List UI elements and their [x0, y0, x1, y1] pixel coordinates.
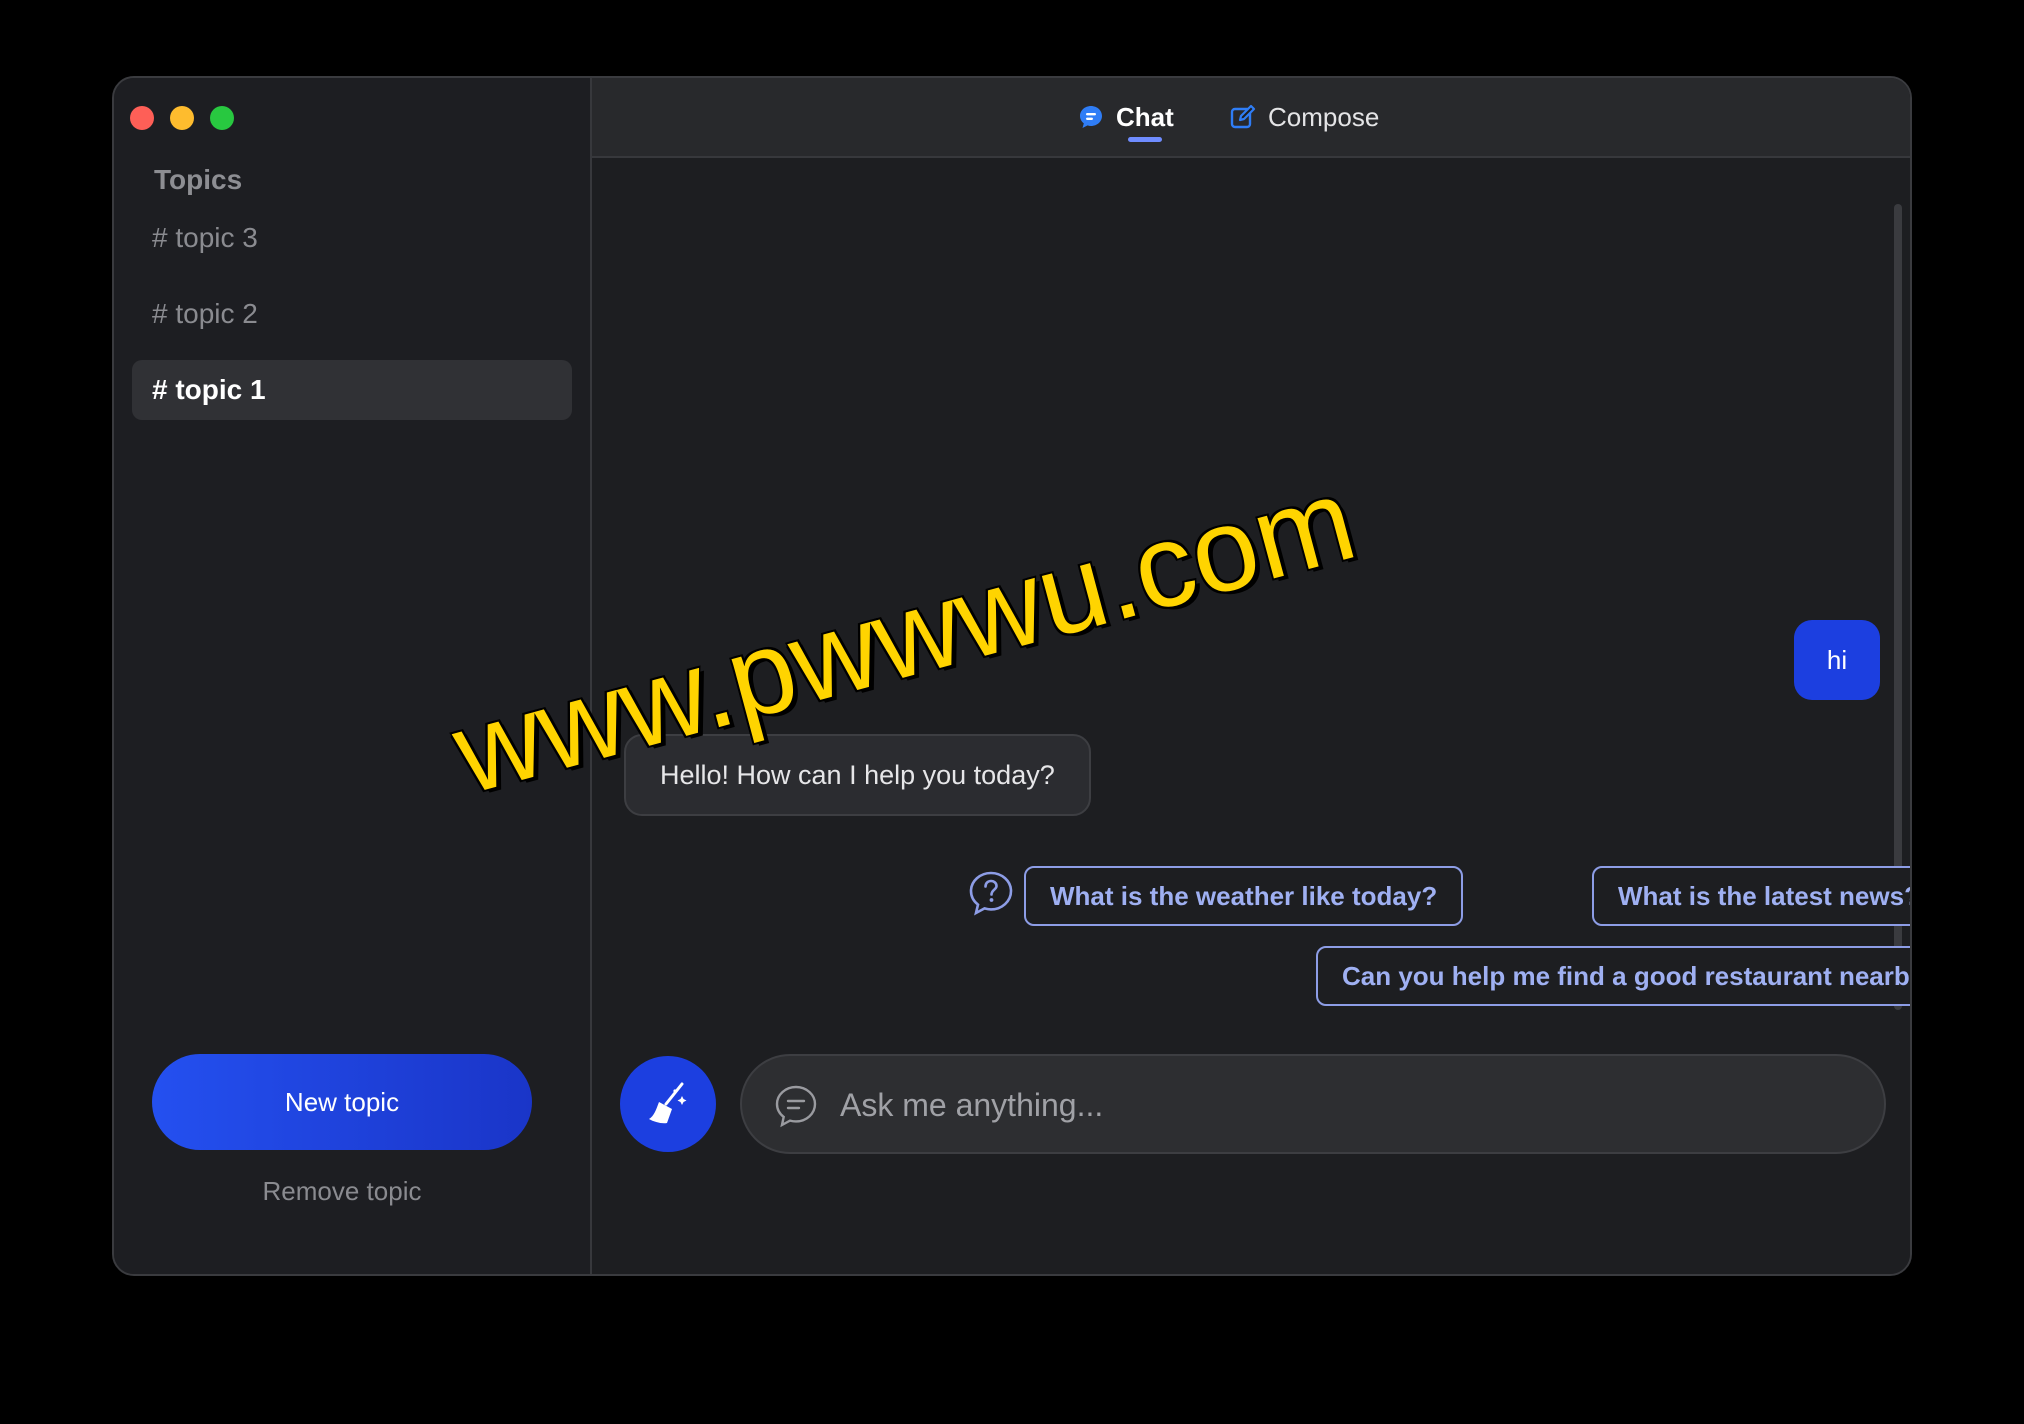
question-icon	[969, 871, 1013, 916]
topic-item-2[interactable]: # topic 2	[132, 284, 572, 344]
chat-icon	[775, 1085, 817, 1128]
active-tab-indicator	[1128, 137, 1162, 142]
close-window-button[interactable]	[130, 106, 154, 130]
suggestion-news[interactable]: What is the latest news?	[1592, 866, 1910, 926]
minimize-window-button[interactable]	[170, 106, 194, 130]
user-message: hi	[1794, 620, 1880, 700]
maximize-window-button[interactable]	[210, 106, 234, 130]
topic-item-1[interactable]: # topic 1	[132, 360, 572, 420]
clear-chat-button[interactable]	[620, 1056, 716, 1152]
tab-compose-label: Compose	[1268, 101, 1380, 132]
tab-chat-label: Chat	[1116, 101, 1174, 132]
topic-item-3[interactable]: # topic 3	[132, 208, 572, 268]
message-input[interactable]	[838, 1056, 1742, 1154]
sidebar: Topics # topic 3 # topic 2 # topic 1 New…	[114, 78, 592, 1274]
new-topic-button[interactable]: New topic	[152, 1054, 532, 1150]
topic-list: # topic 3 # topic 2 # topic 1	[132, 208, 572, 436]
window-controls	[130, 106, 234, 130]
tab-compose[interactable]: Compose	[1230, 78, 1379, 156]
tab-chat[interactable]: Chat	[1078, 78, 1174, 156]
message-input-container[interactable]	[740, 1054, 1886, 1154]
topics-heading: Topics	[154, 164, 243, 195]
chat-panel: Chat Compose hi Hello! How can I help yo…	[592, 78, 1910, 1274]
chat-bubble-icon	[1080, 106, 1102, 128]
assistant-message: Hello! How can I help you today?	[624, 734, 1091, 816]
remove-topic-link[interactable]: Remove topic	[152, 1176, 532, 1207]
suggestion-weather[interactable]: What is the weather like today?	[1024, 866, 1464, 926]
edit-icon	[1230, 104, 1256, 129]
tab-header: Chat Compose	[592, 78, 1910, 158]
app-window: Topics # topic 3 # topic 2 # topic 1 New…	[112, 76, 1912, 1276]
broom-icon	[649, 1082, 687, 1124]
suggestion-restaurant[interactable]: Can you help me find a good restaurant n…	[1316, 946, 1910, 1006]
